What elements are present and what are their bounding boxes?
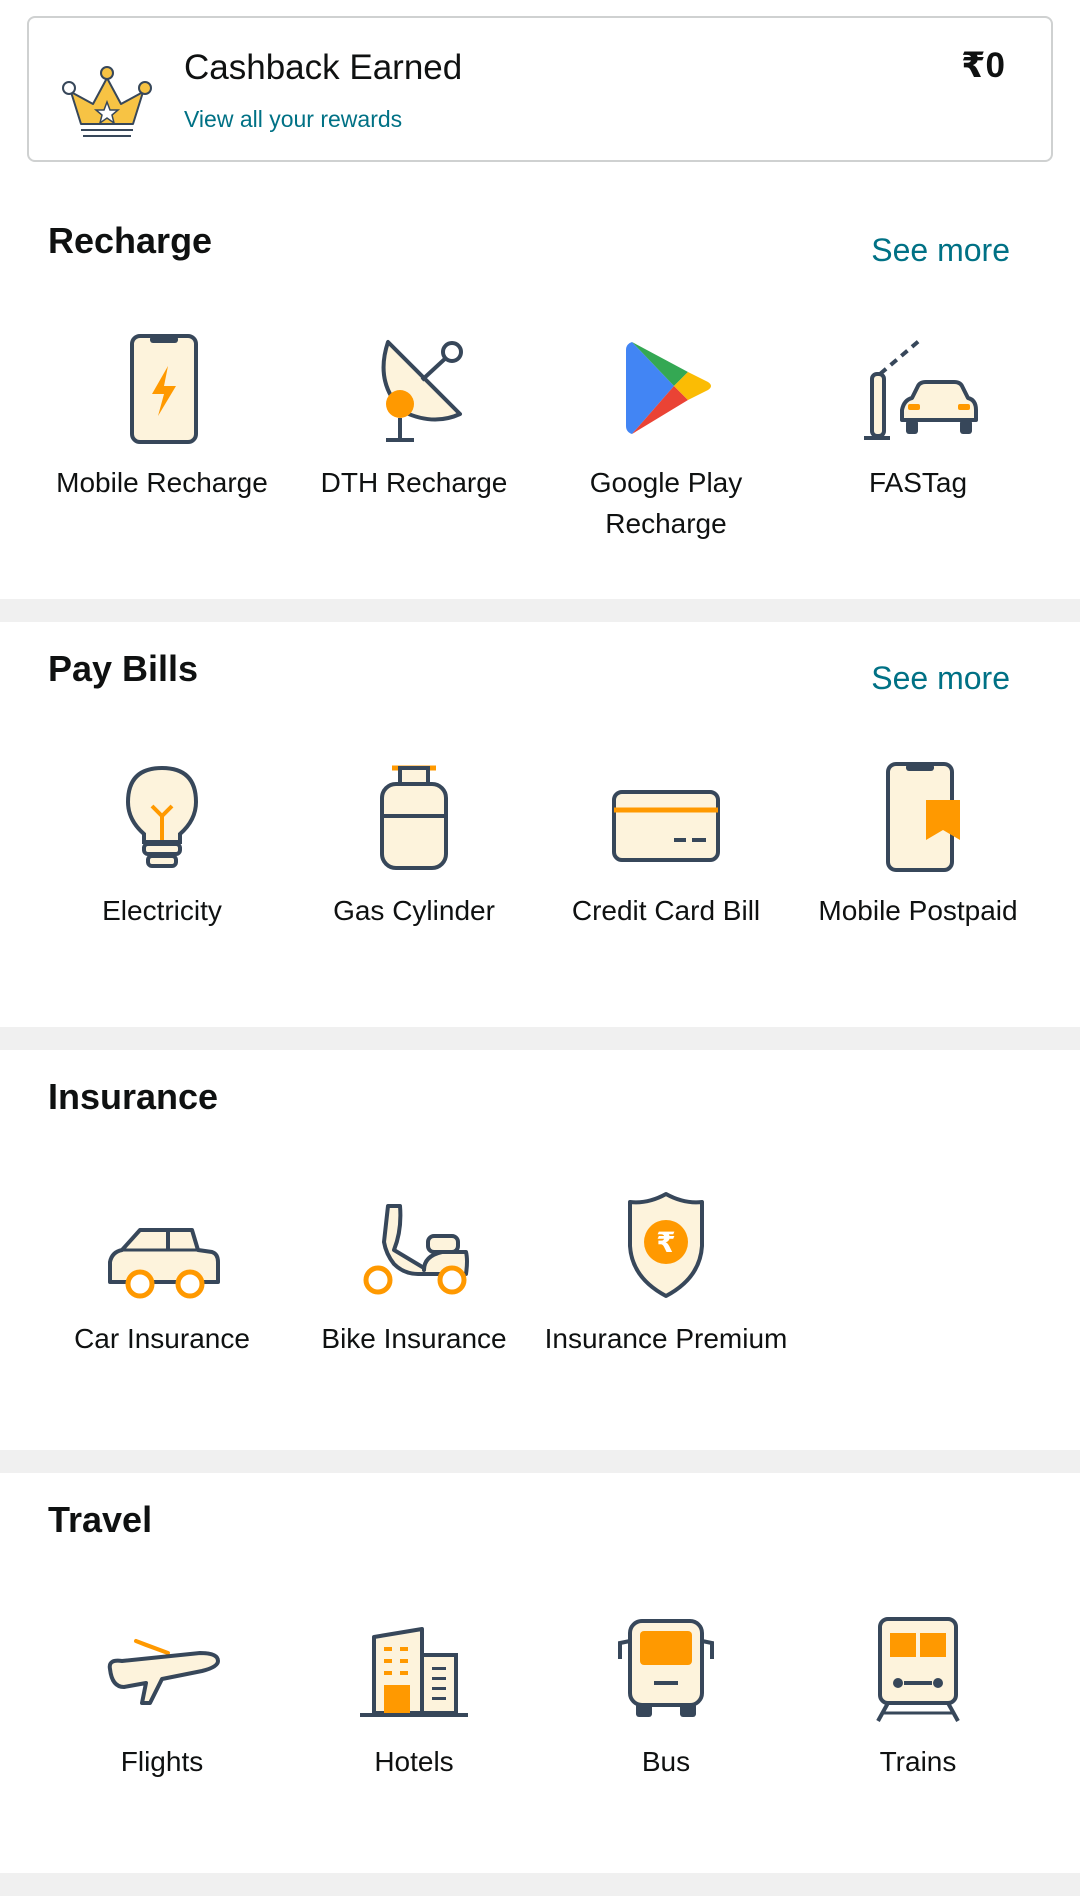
tile-fastag[interactable]: FASTag	[792, 334, 1044, 554]
cashback-amount: ₹0	[961, 46, 1005, 85]
tile-bike-insurance[interactable]: Bike Insurance	[288, 1190, 540, 1410]
insurance-section: Insurance Car Insurance Bike Insurance ₹…	[0, 1050, 1080, 1450]
tile-bus[interactable]: Bus	[540, 1613, 792, 1833]
cashback-title: Cashback Earned	[184, 48, 463, 87]
tile-label: Bike Insurance	[321, 1323, 507, 1354]
tile-insurance-premium[interactable]: ₹ Insurance Premium	[540, 1190, 792, 1440]
tile-label: Insurance Premium	[544, 1323, 788, 1354]
shield-rupee-icon: ₹	[628, 1192, 704, 1298]
tile-dth-recharge[interactable]: DTH Recharge	[288, 334, 540, 554]
bulb-icon	[125, 765, 199, 868]
tile-label: Car Insurance	[74, 1323, 250, 1354]
tile-gas-cylinder[interactable]: Gas Cylinder	[288, 762, 540, 982]
hotel-building-icon	[360, 1627, 468, 1717]
bus-icon	[618, 1619, 714, 1717]
car-icon	[108, 1228, 220, 1299]
tile-label: Google Play Recharge	[589, 467, 743, 539]
tile-label: Trains	[879, 1746, 957, 1777]
recharge-title: Recharge	[48, 220, 213, 261]
pay-bills-section: Pay Bills See more Electricity Gas Cylin…	[0, 622, 1080, 1027]
view-rewards-link[interactable]: View all your rewards	[184, 106, 402, 133]
tile-flights[interactable]: Flights	[36, 1613, 288, 1833]
google-play-icon	[626, 342, 711, 434]
pay-bills-title: Pay Bills	[48, 648, 199, 689]
tile-label: DTH Recharge	[320, 467, 508, 498]
cashback-card[interactable]: Cashback Earned View all your rewards ₹0	[27, 16, 1053, 162]
tile-trains[interactable]: Trains	[792, 1613, 1044, 1833]
tile-label: FASTag	[868, 467, 968, 498]
tile-label: Hotels	[374, 1746, 454, 1777]
tile-label: Bus	[641, 1746, 691, 1777]
tile-label: Mobile Postpaid	[818, 895, 1018, 926]
mobile-recharge-icon	[130, 334, 198, 444]
credit-card-icon	[612, 790, 720, 862]
travel-title: Travel	[48, 1499, 153, 1540]
crown-icon	[62, 66, 152, 137]
train-icon	[876, 1617, 960, 1722]
travel-section: Travel Flights Hotels Bus Trains	[0, 1473, 1080, 1873]
toll-car-icon	[864, 338, 978, 440]
tile-mobile-postpaid[interactable]: Mobile Postpaid	[792, 762, 1044, 982]
insurance-title: Insurance	[48, 1076, 219, 1117]
tile-google-play-recharge[interactable]: Google Play Recharge	[540, 334, 792, 584]
recharge-see-more-link[interactable]: See more	[871, 232, 1010, 269]
recharge-section: Recharge See more Mobile Recharge DTH Re…	[0, 194, 1080, 599]
tile-car-insurance[interactable]: Car Insurance	[36, 1190, 288, 1410]
scooter-icon	[363, 1204, 469, 1295]
tile-credit-card-bill[interactable]: Credit Card Bill	[540, 762, 792, 982]
tile-label: Electricity	[102, 895, 222, 926]
tile-label: Credit Card Bill	[571, 895, 761, 926]
airplane-icon	[107, 1639, 220, 1705]
gas-cylinder-icon	[380, 765, 448, 870]
satellite-dish-icon	[381, 340, 463, 442]
pay-bills-see-more-link[interactable]: See more	[871, 660, 1010, 697]
tile-label: Mobile Recharge	[56, 467, 268, 498]
svg-text:₹: ₹	[656, 1226, 675, 1259]
tile-hotels[interactable]: Hotels	[288, 1613, 540, 1833]
tile-electricity[interactable]: Electricity	[36, 762, 288, 982]
mobile-postpaid-icon	[886, 762, 960, 872]
cashback-section: Cashback Earned View all your rewards ₹0	[0, 0, 1080, 194]
tile-label: Gas Cylinder	[333, 895, 495, 926]
tile-mobile-recharge[interactable]: Mobile Recharge	[36, 334, 288, 554]
tile-label: Flights	[120, 1746, 204, 1777]
